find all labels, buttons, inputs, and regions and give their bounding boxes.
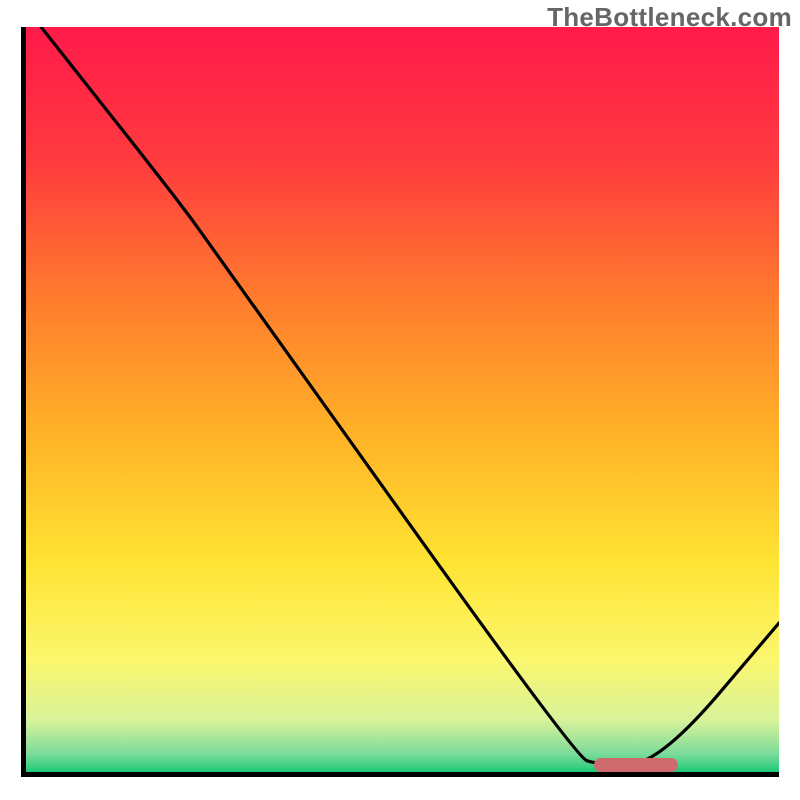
bottleneck-curve [26, 27, 779, 772]
chart-stage: TheBottleneck.com [0, 0, 800, 800]
plot-area [26, 27, 779, 772]
optimal-range-marker [594, 758, 677, 772]
